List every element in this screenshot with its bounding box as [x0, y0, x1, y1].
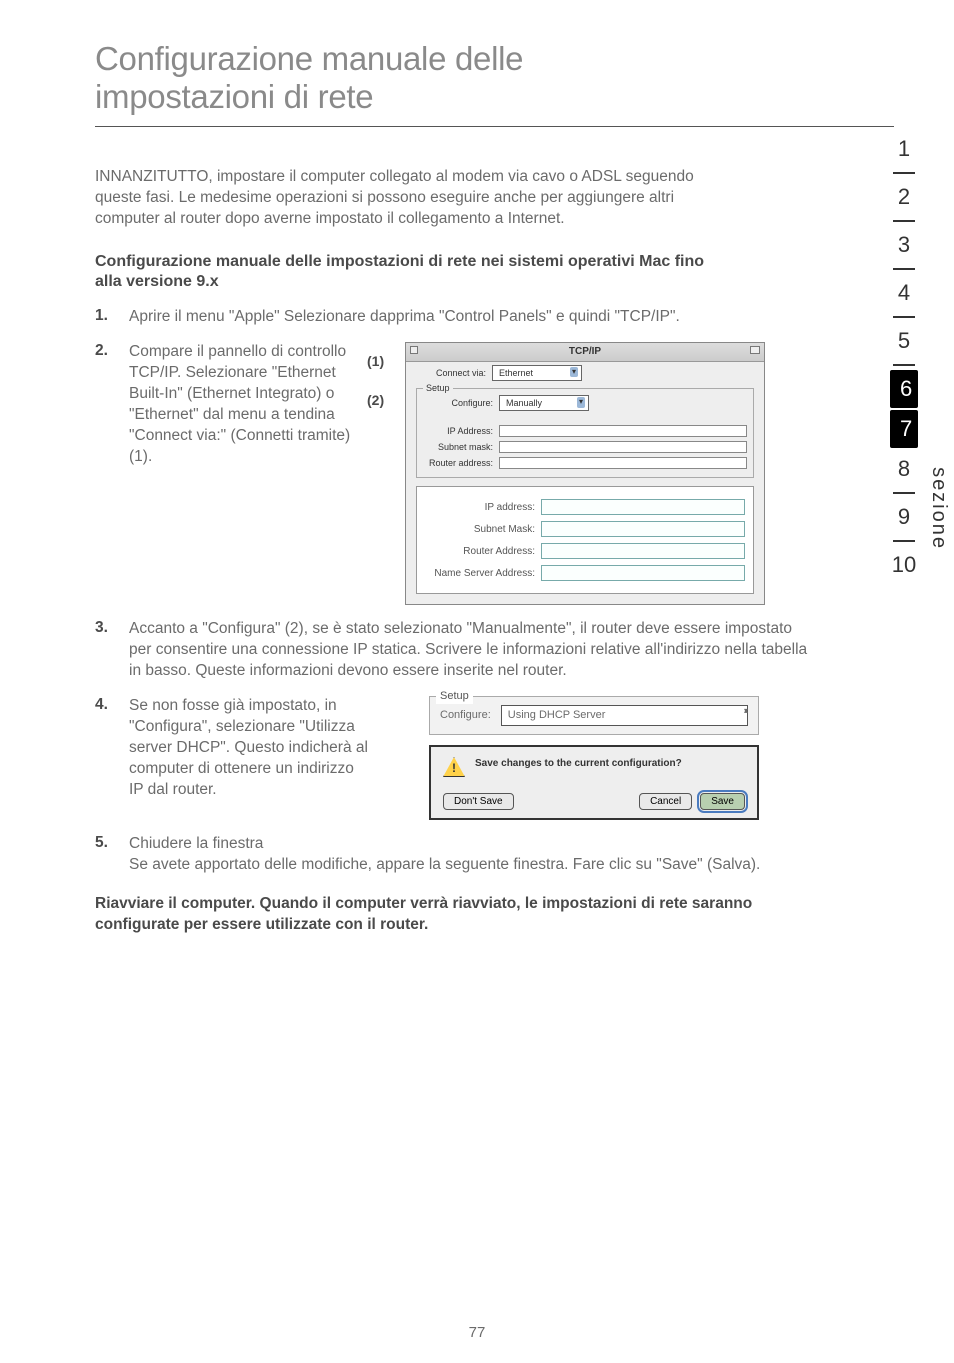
rail-item[interactable]: 4 [882, 274, 926, 312]
name-server-field[interactable] [541, 565, 745, 581]
rail-item[interactable]: 10 [882, 546, 926, 584]
warning-icon [443, 757, 465, 777]
subnet-mask-field[interactable] [541, 521, 745, 537]
page-number: 77 [0, 1324, 954, 1341]
dhcp-select[interactable]: Using DHCP Server [501, 705, 748, 726]
tcpip-title-text: TCP/IP [569, 346, 601, 357]
connect-via-label: Connect via: [416, 367, 486, 379]
title-line2: impostazioni di rete [95, 78, 373, 115]
rail-item[interactable]: 8 [882, 450, 926, 488]
step-5: 5. Chiudere la finestra Se avete apporta… [95, 834, 815, 876]
router-address-field[interactable] [541, 543, 745, 559]
intro-text: INNANZITUTTO, impostare il computer coll… [95, 167, 735, 230]
rail-item-active[interactable]: 7 [890, 410, 918, 448]
final-instruction: Riavviare il computer. Quando il compute… [95, 894, 775, 936]
sezione-label: sezione [927, 467, 950, 550]
save-button[interactable]: Save [700, 793, 745, 810]
setup-legend: Setup [436, 689, 473, 704]
rail-item-active[interactable]: 6 [890, 370, 918, 408]
title-divider [95, 126, 894, 127]
cancel-button[interactable]: Cancel [639, 793, 692, 810]
connect-via-select[interactable]: Ethernet [492, 365, 582, 381]
step-number: 4. [95, 696, 113, 820]
rail-item[interactable]: 9 [882, 498, 926, 536]
step-text: Aprire il menu "Apple" Selezionare dappr… [129, 307, 815, 328]
step-number: 1. [95, 307, 113, 328]
rail-item[interactable]: 2 [882, 178, 926, 216]
section-rail: 1 2 3 4 5 6 7 8 9 10 [882, 130, 926, 584]
step-3: 3. Accanto a "Configura" (2), se è stato… [95, 619, 815, 682]
window-widget-icon[interactable] [750, 346, 760, 354]
section-heading: Configurazione manuale delle impostazion… [95, 252, 735, 294]
step-text-b: Se avete apportato delle modifiche, appa… [129, 856, 760, 873]
callout-2: (2) [367, 391, 397, 410]
step-number: 2. [95, 342, 113, 605]
ip-address-label: IP Address: [423, 425, 493, 437]
rail-item[interactable]: 1 [882, 130, 926, 168]
configure-label: Configure: [423, 397, 493, 409]
router-address-input[interactable] [499, 457, 747, 469]
address-table: IP address: Subnet Mask: Router Address:… [416, 486, 754, 594]
close-box-icon[interactable] [410, 346, 418, 354]
step-4: 4. Se non fosse già impostato, in "Confi… [95, 696, 815, 820]
setup-fieldset: Setup Configure: Using DHCP Server [429, 696, 759, 735]
step-text: Se non fosse già impostato, in "Configur… [129, 696, 369, 801]
ip-address-label: IP address: [425, 501, 535, 515]
callout-1: (1) [367, 352, 397, 371]
step-number: 3. [95, 619, 113, 682]
setup-legend: Setup [423, 382, 453, 394]
name-server-label: Name Server Address: [425, 567, 535, 581]
dialog-message: Save changes to the current configuratio… [475, 757, 682, 771]
callout-column: (1) (2) [367, 342, 397, 410]
page-title: Configurazione manuale delle impostazion… [95, 40, 894, 116]
rail-item[interactable]: 3 [882, 226, 926, 264]
router-address-label: Router address: [423, 457, 493, 469]
step-text-a: Chiudere la finestra [129, 835, 263, 852]
subnet-mask-input[interactable] [499, 441, 747, 453]
dont-save-button[interactable]: Don't Save [443, 793, 514, 810]
ip-address-field[interactable] [541, 499, 745, 515]
setup-fieldset: Setup Configure: Manually IP Address: Su… [416, 388, 754, 479]
step-text: Accanto a "Configura" (2), se è stato se… [129, 619, 815, 682]
subnet-mask-label: Subnet mask: [423, 441, 493, 453]
step-text: Compare il pannello di controllo TCP/IP.… [129, 342, 359, 468]
configure-select[interactable]: Manually [499, 395, 589, 411]
setup-figure: Setup Configure: Using DHCP Server Save … [429, 696, 759, 820]
tcpip-panel: TCP/IP Connect via: Ethernet Setup Confi… [405, 342, 765, 605]
save-dialog: Save changes to the current configuratio… [429, 745, 759, 820]
step-number: 5. [95, 834, 113, 876]
configure-label: Configure: [440, 708, 491, 723]
ip-address-input[interactable] [499, 425, 747, 437]
router-address-label: Router Address: [425, 545, 535, 559]
tcpip-titlebar: TCP/IP [406, 343, 764, 362]
rail-item[interactable]: 5 [882, 322, 926, 360]
title-line1: Configurazione manuale delle [95, 40, 523, 77]
subnet-mask-label: Subnet Mask: [425, 523, 535, 537]
step-2: 2. Compare il pannello di controllo TCP/… [95, 342, 815, 605]
step-1: 1. Aprire il menu "Apple" Selezionare da… [95, 307, 815, 328]
